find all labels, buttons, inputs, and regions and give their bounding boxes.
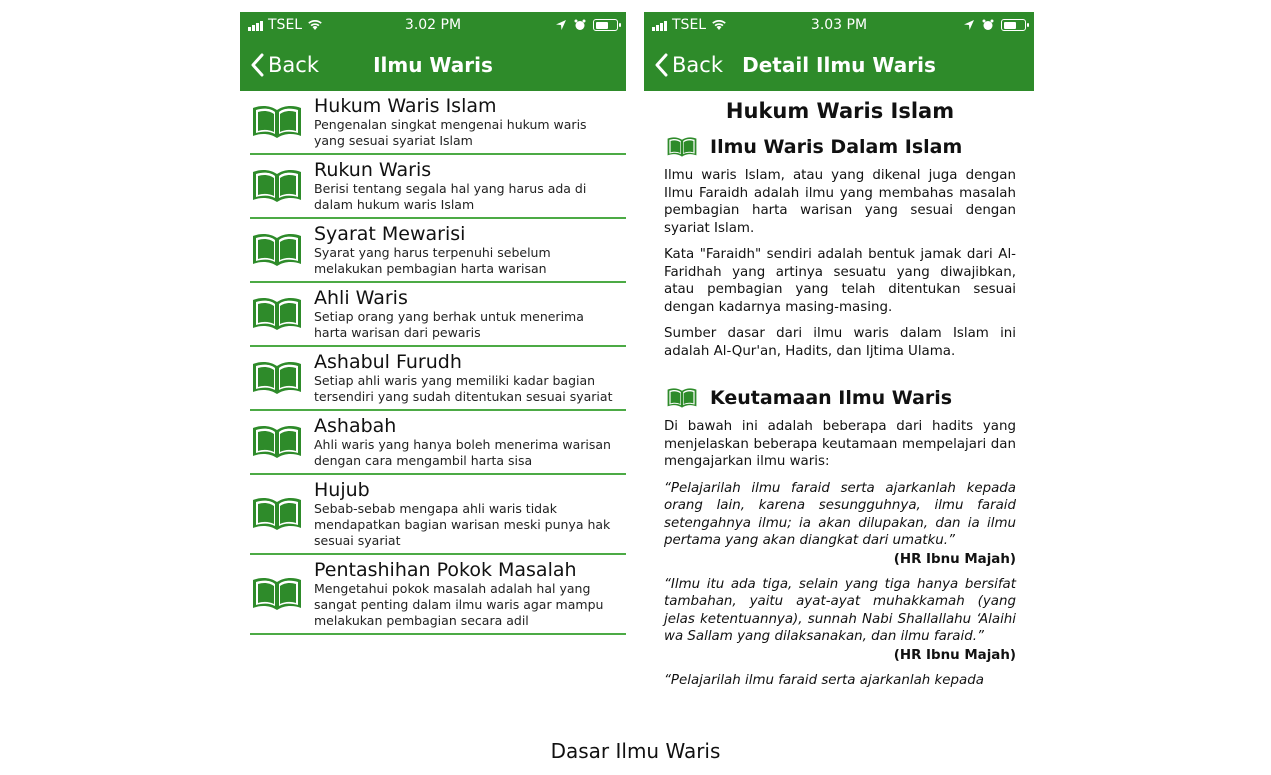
list-item-title: Hukum Waris Islam [314,95,497,117]
battery-icon [593,19,621,31]
list-item[interactable]: Rukun Waris Berisi tentang segala hal yan… [250,155,626,219]
back-button[interactable]: Back [644,53,723,77]
location-icon [556,20,566,30]
list-item-description: Mengetahui pokok masalah adalah hal yang… [314,581,604,628]
back-chevron-icon [655,53,668,76]
figure-caption: Dasar Ilmu Waris [550,739,721,763]
list-item-description: Setiap orang yang berhak untuk menerima … [314,309,584,340]
paragraph: Ilmu waris Islam, atau yang dikenal juga… [664,168,1016,236]
nav-bar: Back Ilmu Waris [240,38,626,91]
list-item-title: Rukun Waris [314,159,432,181]
book-icon [253,497,301,530]
detail-heading: Hukum Waris Islam [725,99,955,123]
list-item-title: Syarat Mewarisi [314,223,466,245]
phone-screen-detail: TSEL 3.03 PM Back Detail Ilmu Waris Huku… [644,12,1034,709]
back-chevron-icon [251,53,264,76]
list-item[interactable]: Ashabah Ahli waris yang hanya boleh mener… [250,411,626,475]
location-icon [964,20,974,30]
list-item[interactable]: Pentashihan Pokok Masalah Mengetahui poko… [250,555,626,635]
battery-icon [1001,19,1029,31]
back-label: Back [672,52,723,77]
status-bar: TSEL 3.02 PM [240,12,626,38]
list-item-text: Ashabul Furudh Setiap ahli waris yang mem… [314,351,626,405]
list-item-text: Ashabah Ahli waris yang hanya boleh mener… [314,415,626,469]
list-item[interactable]: Hujub Sebab-sebab mengapa ahli waris tida… [250,475,626,555]
paragraph: Di bawah ini adalah beberapa dari hadits… [664,419,1016,469]
nav-bar: Back Detail Ilmu Waris [644,38,1034,91]
list-item[interactable]: Hukum Waris Islam Pengenalan singkat meng… [250,91,626,155]
list-item[interactable]: Syarat Mewarisi Syarat yang harus terpenu… [250,219,626,283]
detail-content[interactable]: Hukum Waris Islam Ilmu Waris Dalam Islam… [644,91,1034,689]
list-item-text: Ahli Waris Setiap orang yang berhak untuk… [314,287,626,341]
book-icon [253,361,301,394]
paragraph: Kata "Faraidh" sendiri adalah bentuk jam… [664,247,1016,315]
wifi-icon [712,20,726,30]
list-item-description: Berisi tentang segala hal yang harus ada… [314,181,587,212]
signal-icon [248,20,263,31]
book-icon [253,425,301,458]
list-item-description: Pengenalan singkat mengenai hukum waris … [314,117,587,148]
hadith-quote: “Ilmu itu ada tiga, selain yang tiga han… [664,576,1016,645]
signal-icon [652,20,667,31]
list-item-description: Syarat yang harus terpenuhi sebelum mela… [314,245,551,276]
book-icon [253,169,301,202]
section-title: Keutamaan Ilmu Waris [710,387,953,409]
book-icon [253,577,301,610]
alarm-icon [982,19,994,30]
list-item-title: Ahli Waris [314,287,408,309]
list-item-title: Ashabul Furudh [314,351,462,373]
book-icon [667,137,697,157]
list-item[interactable]: Ahli Waris Setiap orang yang berhak untuk… [250,283,626,347]
list-item-title: Ashabah [314,415,397,437]
back-label: Back [268,52,319,77]
paragraph: Sumber dasar dari ilmu waris dalam Islam… [664,326,1016,359]
hadith-source: (HR Ibnu Majah) [893,551,1016,567]
list-item-title: Pentashihan Pokok Masalah [314,559,577,581]
book-icon [253,233,301,266]
list-item-text: Rukun Waris Berisi tentang segala hal yan… [314,159,626,213]
status-bar: TSEL 3.03 PM [644,12,1034,38]
book-icon [253,297,301,330]
carrier-label: TSEL [268,17,303,33]
hadith-quote: “Pelajarilah ilmu faraid serta ajarkanla… [664,480,1016,549]
alarm-icon [574,19,586,30]
list-item-text: Syarat Mewarisi Syarat yang harus terpenu… [314,223,626,277]
section-heading: Ilmu Waris Dalam Islam [664,135,1016,159]
book-icon [253,105,301,138]
hadith-quote: “Pelajarilah ilmu faraid serta ajarkanla… [664,672,984,688]
wifi-icon [308,20,322,30]
back-button[interactable]: Back [240,53,319,77]
list-item-title: Hujub [314,479,370,501]
list-item-text: Hujub Sebab-sebab mengapa ahli waris tida… [314,479,626,549]
list-item-text: Pentashihan Pokok Masalah Mengetahui poko… [314,559,626,629]
phone-screen-list: TSEL 3.02 PM Back Ilmu Waris Hukum Waris… [240,12,626,709]
list-item-description: Ahli waris yang hanya boleh menerima war… [314,437,611,468]
topic-list: Hukum Waris Islam Pengenalan singkat meng… [240,91,626,635]
book-icon [667,388,697,408]
carrier-label: TSEL [672,17,707,33]
list-item-description: Setiap ahli waris yang memiliki kadar ba… [314,373,613,404]
list-item-text: Hukum Waris Islam Pengenalan singkat meng… [314,95,626,149]
section-heading: Keutamaan Ilmu Waris [664,386,1016,410]
list-item-description: Sebab-sebab mengapa ahli waris tidak men… [314,501,611,548]
hadith-source: (HR Ibnu Majah) [893,647,1016,663]
list-item[interactable]: Ashabul Furudh Setiap ahli waris yang mem… [250,347,626,411]
section-title: Ilmu Waris Dalam Islam [710,136,963,158]
